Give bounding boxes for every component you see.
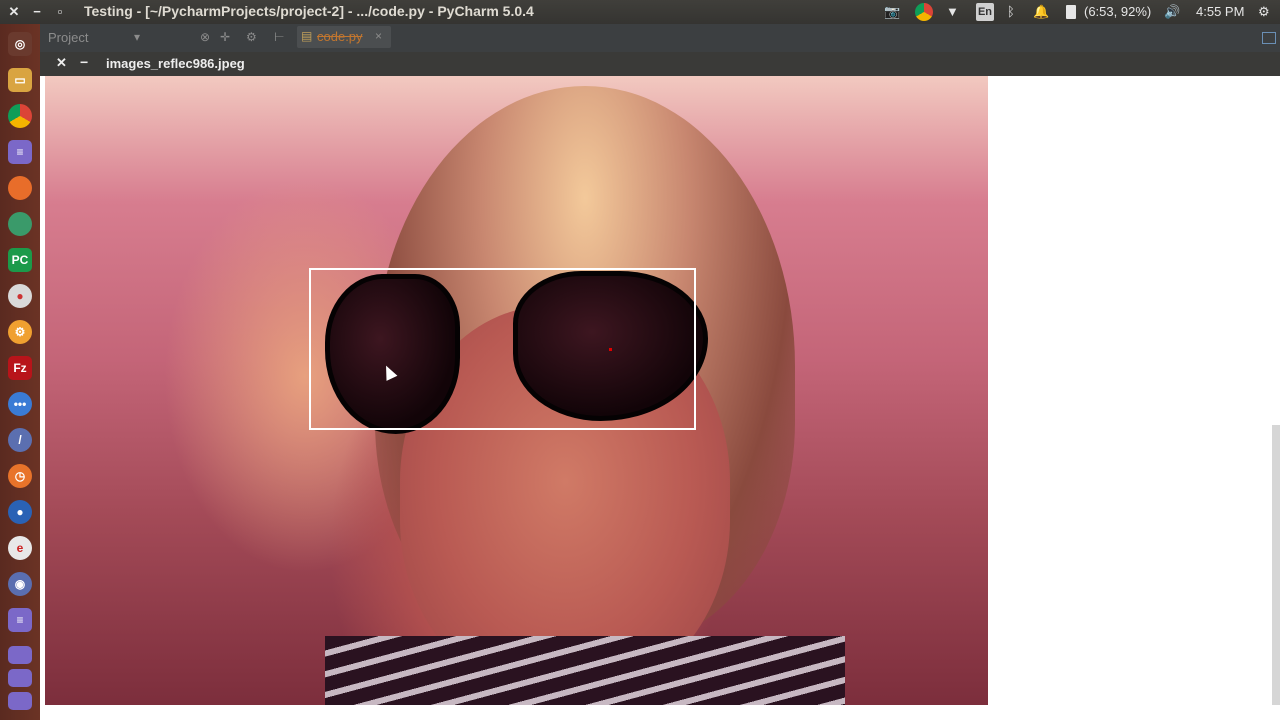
bluetooth-icon[interactable]: ᛒ: [1007, 3, 1015, 21]
clock-icon[interactable]: ◷: [8, 464, 32, 488]
vertical-scrollbar[interactable]: [1272, 425, 1280, 705]
system-settings-icon[interactable]: ⚙: [1258, 3, 1270, 21]
image-file-title: images_reflec986.jpeg: [106, 56, 245, 71]
ide-toolbar: Project ▾ ⊗ ✛ ⚙ ⊢ ▤ code.py ×: [40, 24, 1280, 53]
panel-toggle-icon[interactable]: [1262, 32, 1276, 44]
filezilla-icon[interactable]: Fz: [8, 356, 32, 380]
keyboard-layout-indicator[interactable]: En: [976, 3, 994, 21]
firefox-icon[interactable]: [8, 176, 32, 200]
wifi-icon[interactable]: ▼: [946, 3, 959, 21]
globe-icon[interactable]: [8, 212, 32, 236]
tab-code-py[interactable]: ▤ code.py ×: [297, 26, 391, 48]
target-icon[interactable]: ⊗: [200, 30, 210, 44]
hide-panel-icon[interactable]: ⊢: [274, 30, 284, 44]
app-icon[interactable]: ●: [8, 284, 32, 308]
document-icon[interactable]: [8, 646, 32, 664]
launcher: ◎ ▭ ≡ PC ● ⚙ Fz ••• / ◷ ● e ◉ ≡: [0, 24, 40, 720]
battery-status[interactable]: (6:53, 92%): [1084, 3, 1151, 21]
detection-bounding-box: [309, 268, 696, 430]
document-icon[interactable]: [8, 692, 32, 710]
messaging-icon[interactable]: •••: [8, 392, 32, 416]
chrome-icon[interactable]: [8, 104, 32, 128]
camera-icon[interactable]: 📷: [884, 3, 900, 21]
tab-label: code.py: [317, 29, 363, 44]
minimize-window-button[interactable]: −: [28, 3, 46, 21]
image-viewer-header: ✕ − images_reflec986.jpeg: [40, 52, 1280, 76]
python-file-icon: ▤: [301, 29, 313, 43]
pycharm-icon[interactable]: PC: [8, 248, 32, 272]
e-icon[interactable]: e: [8, 536, 32, 560]
collapse-icon[interactable]: ✛: [220, 30, 230, 44]
striped-shirt: [325, 636, 845, 705]
project-selector[interactable]: Project: [48, 30, 88, 45]
clock[interactable]: 4:55 PM: [1196, 3, 1244, 21]
chrome-indicator-icon[interactable]: [915, 3, 933, 21]
document-icon[interactable]: ≡: [8, 608, 32, 632]
text-editor-icon[interactable]: ≡: [8, 140, 32, 164]
ubuntu-dash-icon[interactable]: ◎: [8, 32, 32, 56]
close-icon[interactable]: ×: [375, 29, 382, 43]
center-marker: [609, 348, 612, 351]
files-icon[interactable]: ▭: [8, 68, 32, 92]
minimize-viewer-button[interactable]: −: [80, 54, 88, 70]
top-panel: ✕ − ▫ Testing - [~/PycharmProjects/proje…: [0, 0, 1280, 24]
pen-icon[interactable]: /: [8, 428, 32, 452]
chevron-down-icon[interactable]: ▾: [134, 30, 140, 44]
close-viewer-button[interactable]: ✕: [56, 55, 67, 71]
notification-bell-icon[interactable]: 🔔: [1033, 3, 1049, 21]
camera-icon[interactable]: ◉: [8, 572, 32, 596]
settings-icon[interactable]: ⚙: [8, 320, 32, 344]
maximize-window-button[interactable]: ▫: [51, 3, 69, 21]
document-icon[interactable]: [8, 669, 32, 687]
image-display: [45, 76, 988, 705]
app-icon[interactable]: ●: [8, 500, 32, 524]
battery-icon[interactable]: [1066, 5, 1076, 19]
close-window-button[interactable]: ✕: [5, 3, 23, 21]
window-title: Testing - [~/PycharmProjects/project-2] …: [84, 3, 534, 19]
volume-icon[interactable]: 🔊: [1164, 3, 1180, 21]
gear-icon[interactable]: ⚙: [246, 30, 257, 44]
